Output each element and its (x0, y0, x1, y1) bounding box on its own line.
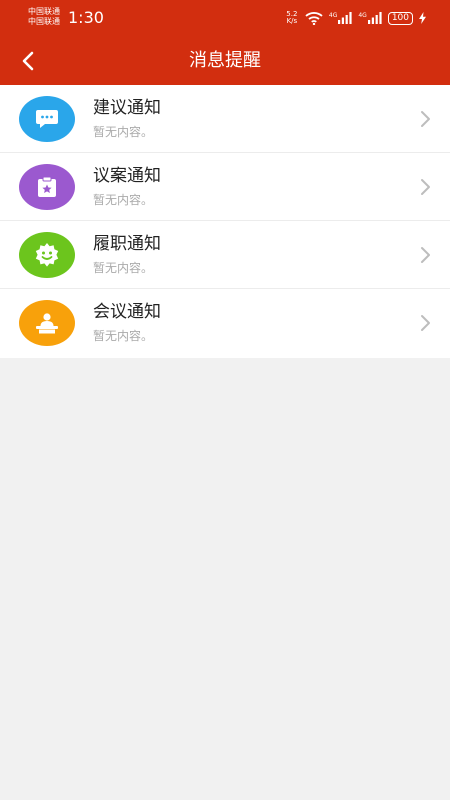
carrier-1: 中国联通 (28, 7, 60, 16)
duty-avatar (19, 232, 75, 278)
signal-1: 4G (329, 12, 352, 24)
notification-list: 建议通知 暂无内容。 议案通知 暂无内容。 履职通知 暂无内容。 会议通知 暂无… (0, 85, 450, 358)
notification-subtitle: 暂无内容。 (93, 193, 154, 207)
notification-title: 会议通知 (93, 302, 161, 322)
network-speed: 5.2 K/s (285, 11, 299, 25)
suggestion-avatar (19, 96, 75, 142)
carrier-2: 中国联通 (28, 17, 60, 26)
chevron-right-icon (421, 179, 430, 195)
charging-bolt-icon (419, 12, 426, 24)
meeting-avatar (19, 300, 75, 346)
page-title: 消息提醒 (189, 50, 261, 71)
status-indicators: 5.2 K/s 4G 4G 100 (285, 10, 426, 26)
clipboard-star-icon (38, 176, 56, 197)
chevron-right-icon (421, 111, 430, 127)
proposal-avatar (19, 164, 75, 210)
notification-title: 履职通知 (93, 234, 161, 254)
notification-item-suggestion[interactable]: 建议通知 暂无内容。 (0, 85, 450, 153)
chat-bubble-icon (36, 110, 58, 128)
notification-item-duty[interactable]: 履职通知 暂无内容。 (0, 221, 450, 289)
chevron-right-icon (421, 247, 430, 263)
notification-title: 议案通知 (93, 166, 161, 186)
signal-2: 4G (358, 12, 382, 24)
smiley-badge-icon (35, 243, 59, 267)
signal-1-tag: 4G (328, 12, 338, 19)
status-bar: 中国联通 中国联通 1:30 5.2 K/s 4G 4G 100 (0, 0, 450, 37)
nav-bar: 消息提醒 (0, 37, 450, 85)
network-speed-unit: K/s (286, 17, 298, 25)
notification-subtitle: 暂无内容。 (93, 125, 154, 139)
signal-bars-icon (367, 12, 382, 24)
person-podium-icon (36, 313, 58, 334)
carrier-labels: 中国联通 中国联通 (28, 7, 60, 27)
signal-bars-icon (338, 12, 352, 24)
signal-2-tag: 4G (358, 12, 367, 19)
chevron-right-icon (421, 315, 430, 331)
battery-indicator: 100 (387, 11, 413, 25)
wifi-icon (305, 12, 323, 25)
notification-subtitle: 暂无内容。 (93, 329, 154, 343)
notification-subtitle: 暂无内容。 (93, 261, 154, 275)
status-time: 1:30 (68, 8, 104, 27)
notification-title: 建议通知 (93, 98, 161, 118)
notification-item-proposal[interactable]: 议案通知 暂无内容。 (0, 153, 450, 221)
notification-item-meeting[interactable]: 会议通知 暂无内容。 (0, 289, 450, 358)
